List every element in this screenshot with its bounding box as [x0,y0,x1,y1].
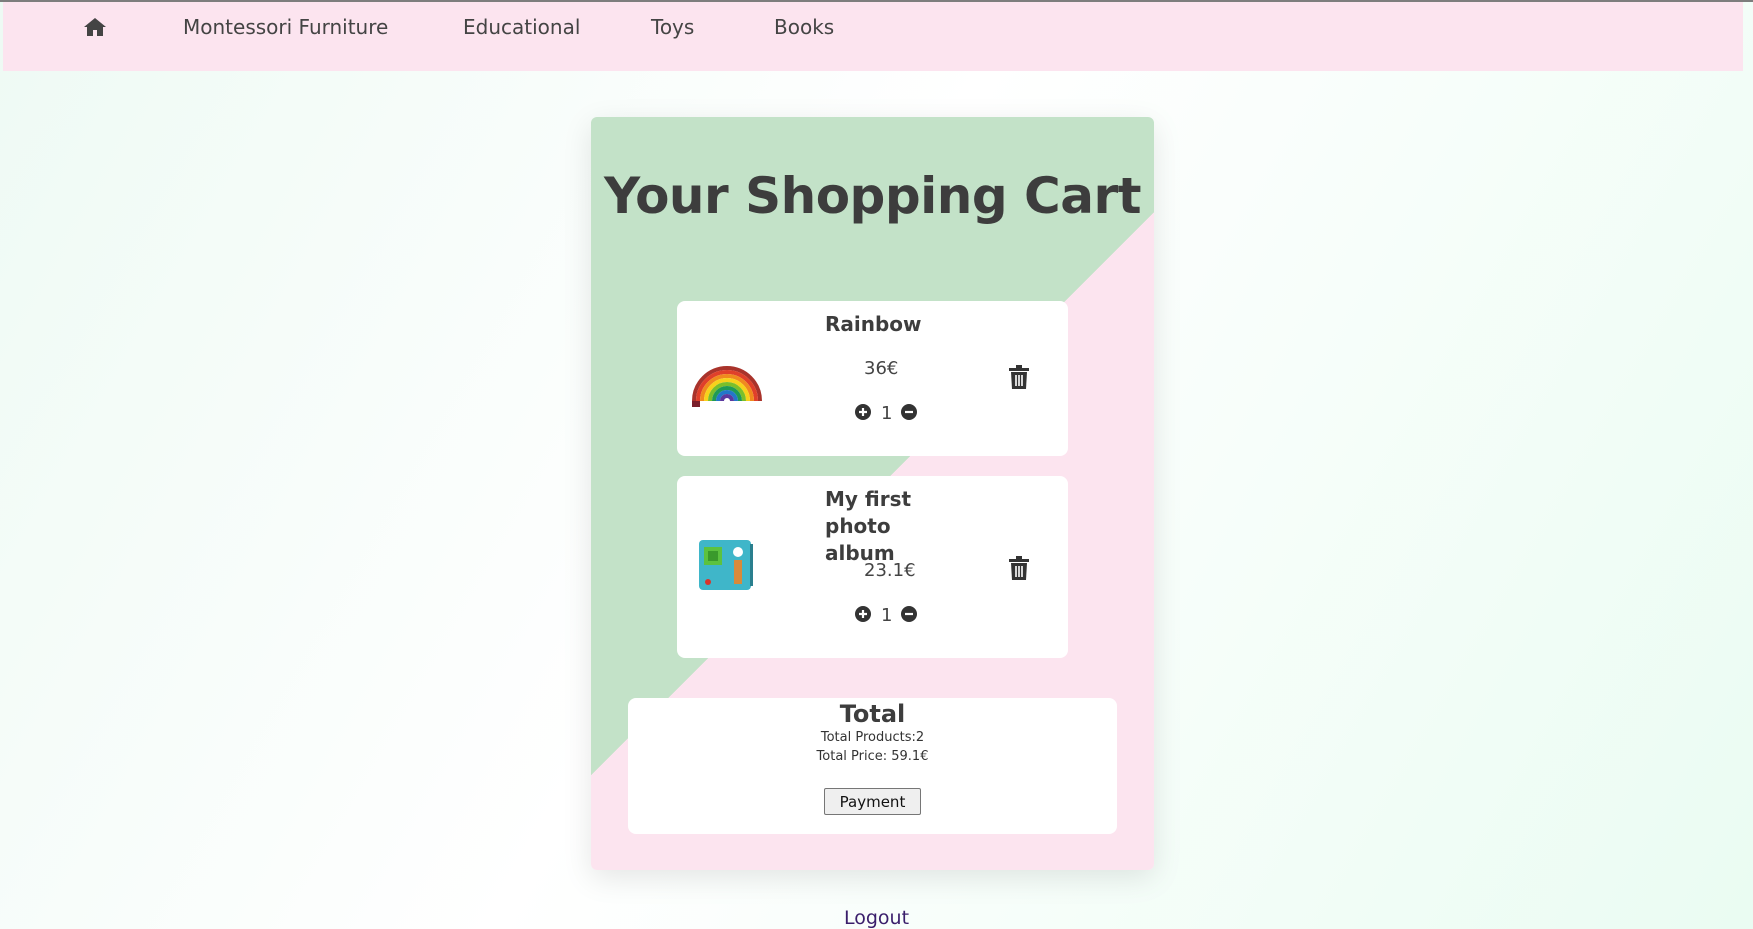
trash-icon[interactable] [1009,556,1029,580]
decrease-quantity-icon[interactable] [901,404,917,420]
total-price: Total Price: 59.1€ [816,749,929,764]
shopping-cart-card: Your Shopping Cart Rainbow 36€ 1 My firs… [591,117,1154,870]
increase-quantity-icon[interactable] [855,606,871,622]
photo-album-image [698,538,754,596]
increase-quantity-icon[interactable] [855,404,871,420]
decrease-quantity-icon[interactable] [901,606,917,622]
item-price: 36€ [864,358,899,379]
item-name: My first photo album [825,487,912,565]
cart-total-box: Total Total Products:2 Total Price: 59.1… [628,698,1117,834]
logout-link[interactable]: Logout [0,907,1753,929]
rainbow-toy-image [690,345,764,411]
total-title: Total [839,700,906,728]
nav-link-toys[interactable]: Toys [651,15,694,39]
item-quantity: 1 [881,605,893,626]
item-price: 23.1€ [864,560,916,581]
nav-link-educational[interactable]: Educational [463,15,580,39]
total-products: Total Products:2 [820,730,925,745]
cart-item-photo-album: My first photo album 23.1€ 1 [677,476,1068,658]
nav-link-books[interactable]: Books [774,15,834,39]
cart-item-rainbow: Rainbow 36€ 1 [677,301,1068,456]
top-navbar: Montessori Furniture Educational Toys Bo… [3,2,1743,71]
nav-link-montessori-furniture[interactable]: Montessori Furniture [183,15,388,39]
item-quantity: 1 [881,403,893,424]
home-icon[interactable] [83,15,107,39]
item-name: Rainbow [825,312,922,336]
cart-title: Your Shopping Cart [603,167,1142,225]
payment-button[interactable]: Payment [824,788,921,815]
trash-icon[interactable] [1009,365,1029,389]
